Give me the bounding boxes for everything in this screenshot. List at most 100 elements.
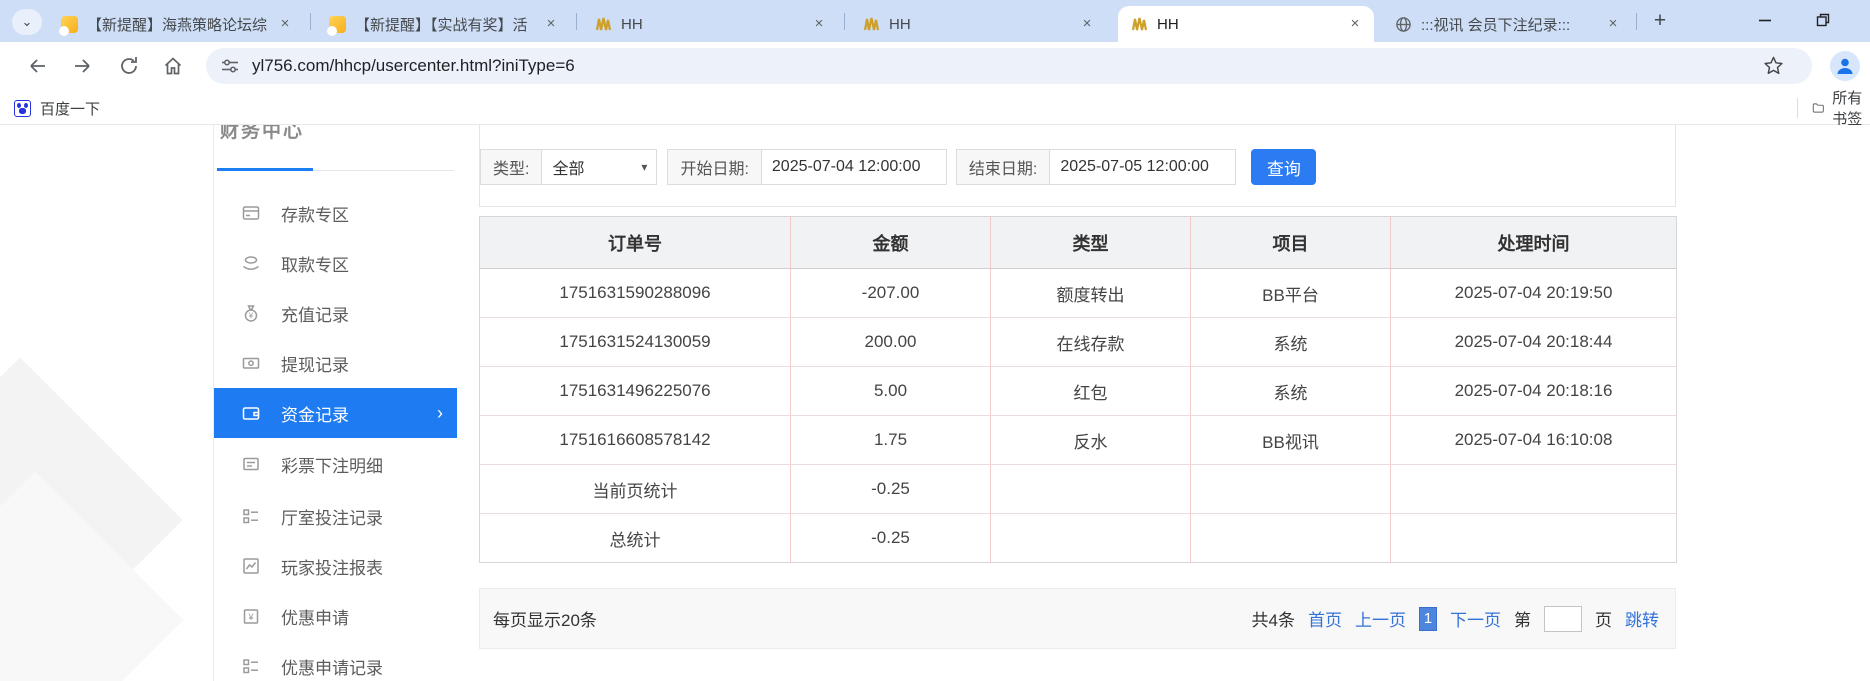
tab-title: HH [889,16,1072,33]
col-header-type: 类型 [991,217,1191,269]
table-row-page-total: 当前页统计 -0.25 [480,465,1677,514]
end-date-label: 结束日期: [956,149,1050,185]
sidebar-item-label: 取款专区 [281,251,349,276]
sidebar-item-promo-apply-records[interactable]: 优惠申请记录 [214,641,457,681]
sidebar-item-label: 充值记录 [281,301,349,326]
table-row: 1751631590288096 -207.00 额度转出 BB平台 2025-… [480,269,1677,318]
cell-type: 在线存款 [991,318,1191,367]
jump-button[interactable]: 跳转 [1625,606,1659,631]
close-icon[interactable]: × [542,15,560,33]
prev-page-link[interactable]: 上一页 [1355,606,1406,631]
chevron-right-icon: › [437,403,443,424]
banknote-icon [241,353,261,373]
next-page-link[interactable]: 下一页 [1450,606,1501,631]
tab-forum-2[interactable]: 【新提醒】【实战有奖】活 × [316,6,570,42]
sidebar-item-label: 玩家投注报表 [281,554,383,579]
tab-hh-active[interactable]: HH × [1118,6,1374,42]
cell-type: 红包 [991,367,1191,416]
url-text: yl756.com/hhcp/usercenter.html?iniType=6 [252,56,575,76]
sidebar-item-hall-bet-records[interactable]: 厅室投注记录 [214,491,457,541]
cell-amount: -0.25 [791,514,991,563]
list-squares-icon [241,656,261,676]
sidebar-item-withdrawal-records[interactable]: 提现记录 [214,338,457,388]
forum-icon [61,16,78,33]
close-icon[interactable]: × [810,15,828,33]
sidebar-item-label: 优惠申请 [281,604,349,629]
forum-icon [329,16,346,33]
end-date-input[interactable] [1050,149,1236,185]
current-page-badge[interactable]: 1 [1419,607,1437,631]
cell-project: BB视讯 [1191,416,1391,465]
forward-button[interactable] [68,51,98,81]
sidebar-item-lottery-bet-detail[interactable]: 彩票下注明细 [214,439,457,489]
sidebar-item-label: 存款专区 [281,201,349,226]
cell-order-no: 1751631590288096 [480,269,791,318]
tab-divider [1636,13,1637,30]
tab-title: 【新提醒】海燕策略论坛综 [87,14,270,35]
first-page-link[interactable]: 首页 [1308,606,1342,631]
forward-icon [72,55,94,77]
sidebar-item-funds-records[interactable]: 资金记录 › [214,388,457,438]
new-tab-button[interactable]: + [1646,8,1674,36]
bank-card-icon [241,203,261,223]
jump-page-input[interactable] [1544,606,1582,632]
bookmark-star-button[interactable] [1763,55,1784,76]
table-row: 1751631496225076 5.00 红包 系统 2025-07-04 2… [480,367,1677,416]
col-header-process-time: 处理时间 [1391,217,1677,269]
restore-icon [1815,12,1831,28]
cell-label: 总统计 [480,514,791,563]
cell-project: BB平台 [1191,269,1391,318]
back-icon [26,55,48,77]
gold-icon [1131,16,1148,33]
jump-prefix-label: 第 [1514,606,1531,631]
home-icon [162,55,184,77]
tab-hh-2[interactable]: HH × [850,6,1106,42]
tab-divider [310,13,311,30]
sidebar-item-withdraw-zone[interactable]: 取款专区 [214,238,457,288]
cell-process-time: 2025-07-04 16:10:08 [1391,416,1677,465]
close-icon[interactable]: × [1078,15,1096,33]
all-bookmarks-label: 所有书签 [1832,87,1870,129]
table-row-grand-total: 总统计 -0.25 [480,514,1677,563]
query-button[interactable]: 查询 [1251,149,1316,185]
all-bookmarks-button[interactable]: 所有书签 [1797,95,1870,121]
tab-search-button[interactable]: ⌄ [12,9,42,35]
col-header-order-no: 订单号 [480,217,791,269]
page-size-text: 每页显示20条 [493,606,597,631]
cell-order-no: 1751616608578142 [480,416,791,465]
tab-hh-1[interactable]: HH × [582,6,838,42]
type-select[interactable]: 全部 ▾ [542,149,657,185]
tab-video-records[interactable]: :::视讯 会员下注纪录::: × [1382,6,1632,42]
back-button[interactable] [22,51,52,81]
profile-avatar[interactable] [1830,51,1860,81]
active-tab-underline [217,168,313,171]
tab-title: 【新提醒】【实战有奖】活 [355,14,536,35]
table-header-row: 订单号 金额 类型 项目 处理时间 [480,217,1677,269]
cell-process-time: 2025-07-04 20:19:50 [1391,269,1677,318]
tab-forum-1[interactable]: 【新提醒】海燕策略论坛综 × [48,6,304,42]
minimize-button[interactable] [1742,0,1788,40]
bookmark-baidu[interactable]: 百度一下 [14,96,100,120]
tab-divider [576,13,577,30]
cell-process-time: 2025-07-04 20:18:44 [1391,318,1677,367]
sidebar-item-player-bet-report[interactable]: 玩家投注报表 [214,541,457,591]
bookmarks-bar: 百度一下 所有书签 [0,90,1870,125]
start-date-input[interactable] [762,149,947,185]
chevron-down-icon: ⌄ [22,14,33,29]
pagination-bar: 每页显示20条 共4条 首页 上一页 1 下一页 第 页 跳转 [479,588,1676,649]
sidebar-item-deposit-zone[interactable]: 存款专区 [214,188,457,238]
sidebar-item-label: 提现记录 [281,351,349,376]
tab-strip: ⌄ 【新提醒】海燕策略论坛综 × 【新提醒】【实战有奖】活 × HH × HH [0,0,1870,42]
sidebar-item-promo-apply[interactable]: ¥ 优惠申请 [214,591,457,641]
reload-button[interactable] [114,51,144,81]
cell-amount: 1.75 [791,416,991,465]
cell-amount: -207.00 [791,269,991,318]
close-icon[interactable]: × [276,15,294,33]
home-button[interactable] [158,51,188,81]
sidebar-item-recharge-records[interactable]: ¥ 充值记录 [214,288,457,338]
close-icon[interactable]: × [1604,15,1622,33]
sidebar-item-label: 彩票下注明细 [281,452,383,477]
restore-button[interactable] [1800,0,1846,40]
close-icon[interactable]: × [1346,15,1364,33]
address-bar[interactable]: yl756.com/hhcp/usercenter.html?iniType=6 [206,48,1812,84]
